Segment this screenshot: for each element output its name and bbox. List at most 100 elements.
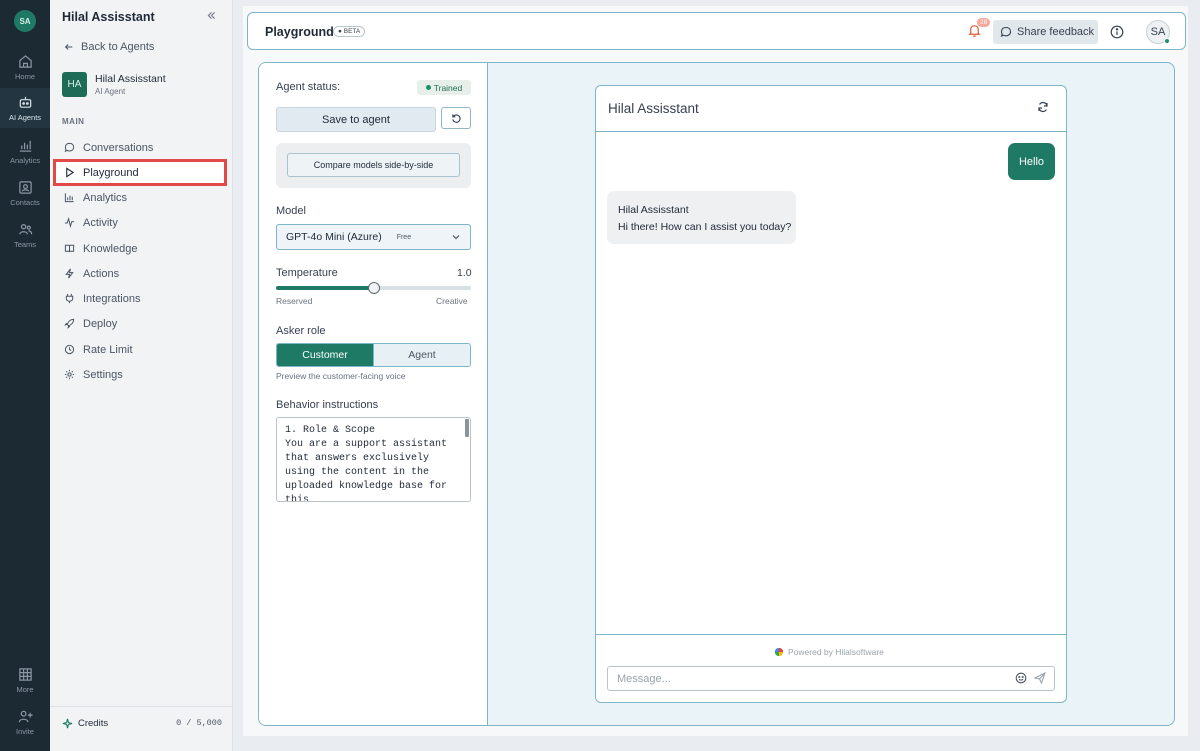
rail-item-contacts[interactable]: Contacts	[0, 173, 50, 213]
powered-by: Powered by Hilalsoftware	[774, 647, 884, 657]
role-agent-button[interactable]: Agent	[373, 344, 470, 366]
section-heading: MAIN	[62, 117, 85, 126]
sidebar-item-label: Activity	[83, 216, 118, 229]
workspace-avatar[interactable]: SA	[14, 10, 36, 32]
play-icon	[66, 167, 75, 178]
rail-label: Home	[14, 71, 35, 81]
chat-preview: Hilal Assisstant Hello Hilal Assisstant …	[595, 85, 1067, 703]
home-icon	[18, 54, 32, 68]
sidebar-item-deploy[interactable]: Deploy	[64, 313, 224, 334]
sidebar-item-knowledge[interactable]: Knowledge	[64, 238, 224, 259]
chat-title: Hilal Assisstant	[608, 101, 699, 116]
robot-icon	[19, 96, 31, 108]
agent-name: Hilal Assisstant	[95, 73, 166, 85]
book-icon	[64, 244, 75, 253]
rail-label: AI Agents	[8, 112, 42, 122]
emoji-icon[interactable]	[1015, 672, 1028, 685]
bar-chart-icon	[64, 193, 74, 203]
sidebar-item-conversations[interactable]: Conversations	[64, 137, 224, 158]
agent-status-label: Agent status:	[276, 81, 341, 93]
chevron-down-icon	[452, 235, 460, 240]
agent-avatar: HA	[62, 72, 87, 97]
divider	[596, 634, 1066, 635]
reset-icon	[451, 113, 461, 123]
compare-panel: Compare models side-by-side	[276, 143, 471, 188]
sidebar-item-label: Playground	[83, 166, 139, 179]
rail-item-teams[interactable]: Teams	[0, 215, 50, 255]
rail-item-invite[interactable]: Invite	[0, 702, 50, 742]
role-customer-button[interactable]: Customer	[277, 344, 373, 366]
user-plus-icon	[18, 710, 33, 722]
message-input[interactable]: Message...	[607, 666, 1055, 691]
beta-badge: ● BETA	[333, 26, 366, 37]
sidebar-item-activity[interactable]: Activity	[64, 212, 224, 233]
brand-logo-icon	[774, 647, 784, 657]
rail-item-home[interactable]: Home	[0, 47, 50, 87]
rail-label: More	[16, 684, 34, 694]
collapse-icon[interactable]	[206, 10, 220, 24]
grid-icon	[18, 667, 32, 681]
sidebar-item-label: Settings	[83, 368, 123, 381]
rail-item-analytics[interactable]: Analytics	[0, 131, 50, 171]
config-panel: Agent status: Trained Save to agent Comp…	[259, 63, 488, 725]
asker-role-toggle: Customer Agent	[276, 343, 471, 367]
model-select[interactable]: GPT-4o Mini (Azure) Free	[276, 224, 471, 250]
team-icon	[18, 223, 32, 234]
icon-rail: SA Home AI Agents Analytics Contacts Tea…	[0, 0, 50, 751]
sidebar-item-rate-limit[interactable]: Rate Limit	[64, 339, 224, 360]
notification-badge: 28	[977, 18, 991, 27]
credits-row: Credits 0 / 5,000	[62, 718, 222, 729]
slider-fill	[276, 286, 374, 290]
top-bar: Playground ● BETA 28 Share feedback SA	[247, 12, 1186, 50]
bot-name: Hilal Assisstant	[618, 204, 689, 216]
sidebar-item-label: Rate Limit	[83, 343, 133, 356]
sidebar-item-integrations[interactable]: Integrations	[64, 288, 224, 309]
behavior-instructions-label: Behavior instructions	[276, 399, 379, 411]
bot-message: Hi there! How can I assist you today?	[618, 221, 792, 233]
info-icon[interactable]	[1110, 25, 1124, 39]
sidebar-item-label: Analytics	[83, 191, 128, 204]
credits-label: Credits	[78, 718, 109, 729]
refresh-icon[interactable]	[1037, 101, 1050, 114]
model-label: Model	[276, 205, 306, 217]
beta-label: BETA	[343, 28, 361, 35]
status-value: Trained	[433, 82, 463, 93]
temp-min-label: Reserved	[276, 296, 313, 306]
bot-message-bubble: Hilal Assisstant Hi there! How can I ass…	[607, 191, 796, 244]
temperature-slider[interactable]	[276, 282, 471, 294]
sidebar-item-label: Deploy	[83, 317, 118, 330]
compare-models-button[interactable]: Compare models side-by-side	[287, 153, 460, 177]
temperature-label: Temperature	[276, 267, 338, 279]
credits-value: 0 / 5,000	[176, 718, 222, 728]
activity-icon	[64, 217, 75, 228]
behavior-instructions-textarea[interactable]: 1. Role & Scope You are a support assist…	[276, 417, 471, 502]
sidebar-item-analytics[interactable]: Analytics	[64, 187, 224, 208]
share-feedback-button[interactable]: Share feedback	[993, 20, 1098, 44]
sidebar-item-label: Actions	[83, 267, 120, 280]
reset-button[interactable]	[441, 107, 471, 129]
page-title: Playground	[265, 25, 334, 39]
model-tier: Free	[396, 233, 412, 241]
rail-item-more[interactable]: More	[0, 660, 50, 700]
slider-thumb[interactable]	[367, 282, 380, 294]
rail-item-ai-agents[interactable]: AI Agents	[0, 88, 50, 128]
sidebar-item-settings[interactable]: Settings	[64, 364, 224, 385]
rocket-icon	[64, 318, 75, 329]
rail-label: Invite	[16, 726, 34, 736]
clock-icon	[64, 344, 75, 355]
online-status-dot	[1164, 38, 1170, 44]
lightning-icon	[65, 268, 74, 279]
back-to-agents-link[interactable]: Back to Agents	[64, 41, 154, 53]
status-dot	[425, 85, 431, 90]
back-label: Back to Agents	[81, 41, 155, 53]
sidebar-item-playground[interactable]: Playground	[53, 159, 227, 186]
gear-icon	[64, 369, 75, 380]
send-icon[interactable]	[1033, 671, 1047, 685]
scrollbar[interactable]	[465, 419, 469, 437]
temp-max-label: Creative	[436, 296, 468, 306]
sidebar-item-actions[interactable]: Actions	[64, 263, 224, 284]
message-icon	[1000, 26, 1012, 37]
chart-icon	[19, 140, 31, 152]
sparkle-icon	[62, 718, 73, 729]
save-to-agent-button[interactable]: Save to agent	[276, 107, 436, 132]
